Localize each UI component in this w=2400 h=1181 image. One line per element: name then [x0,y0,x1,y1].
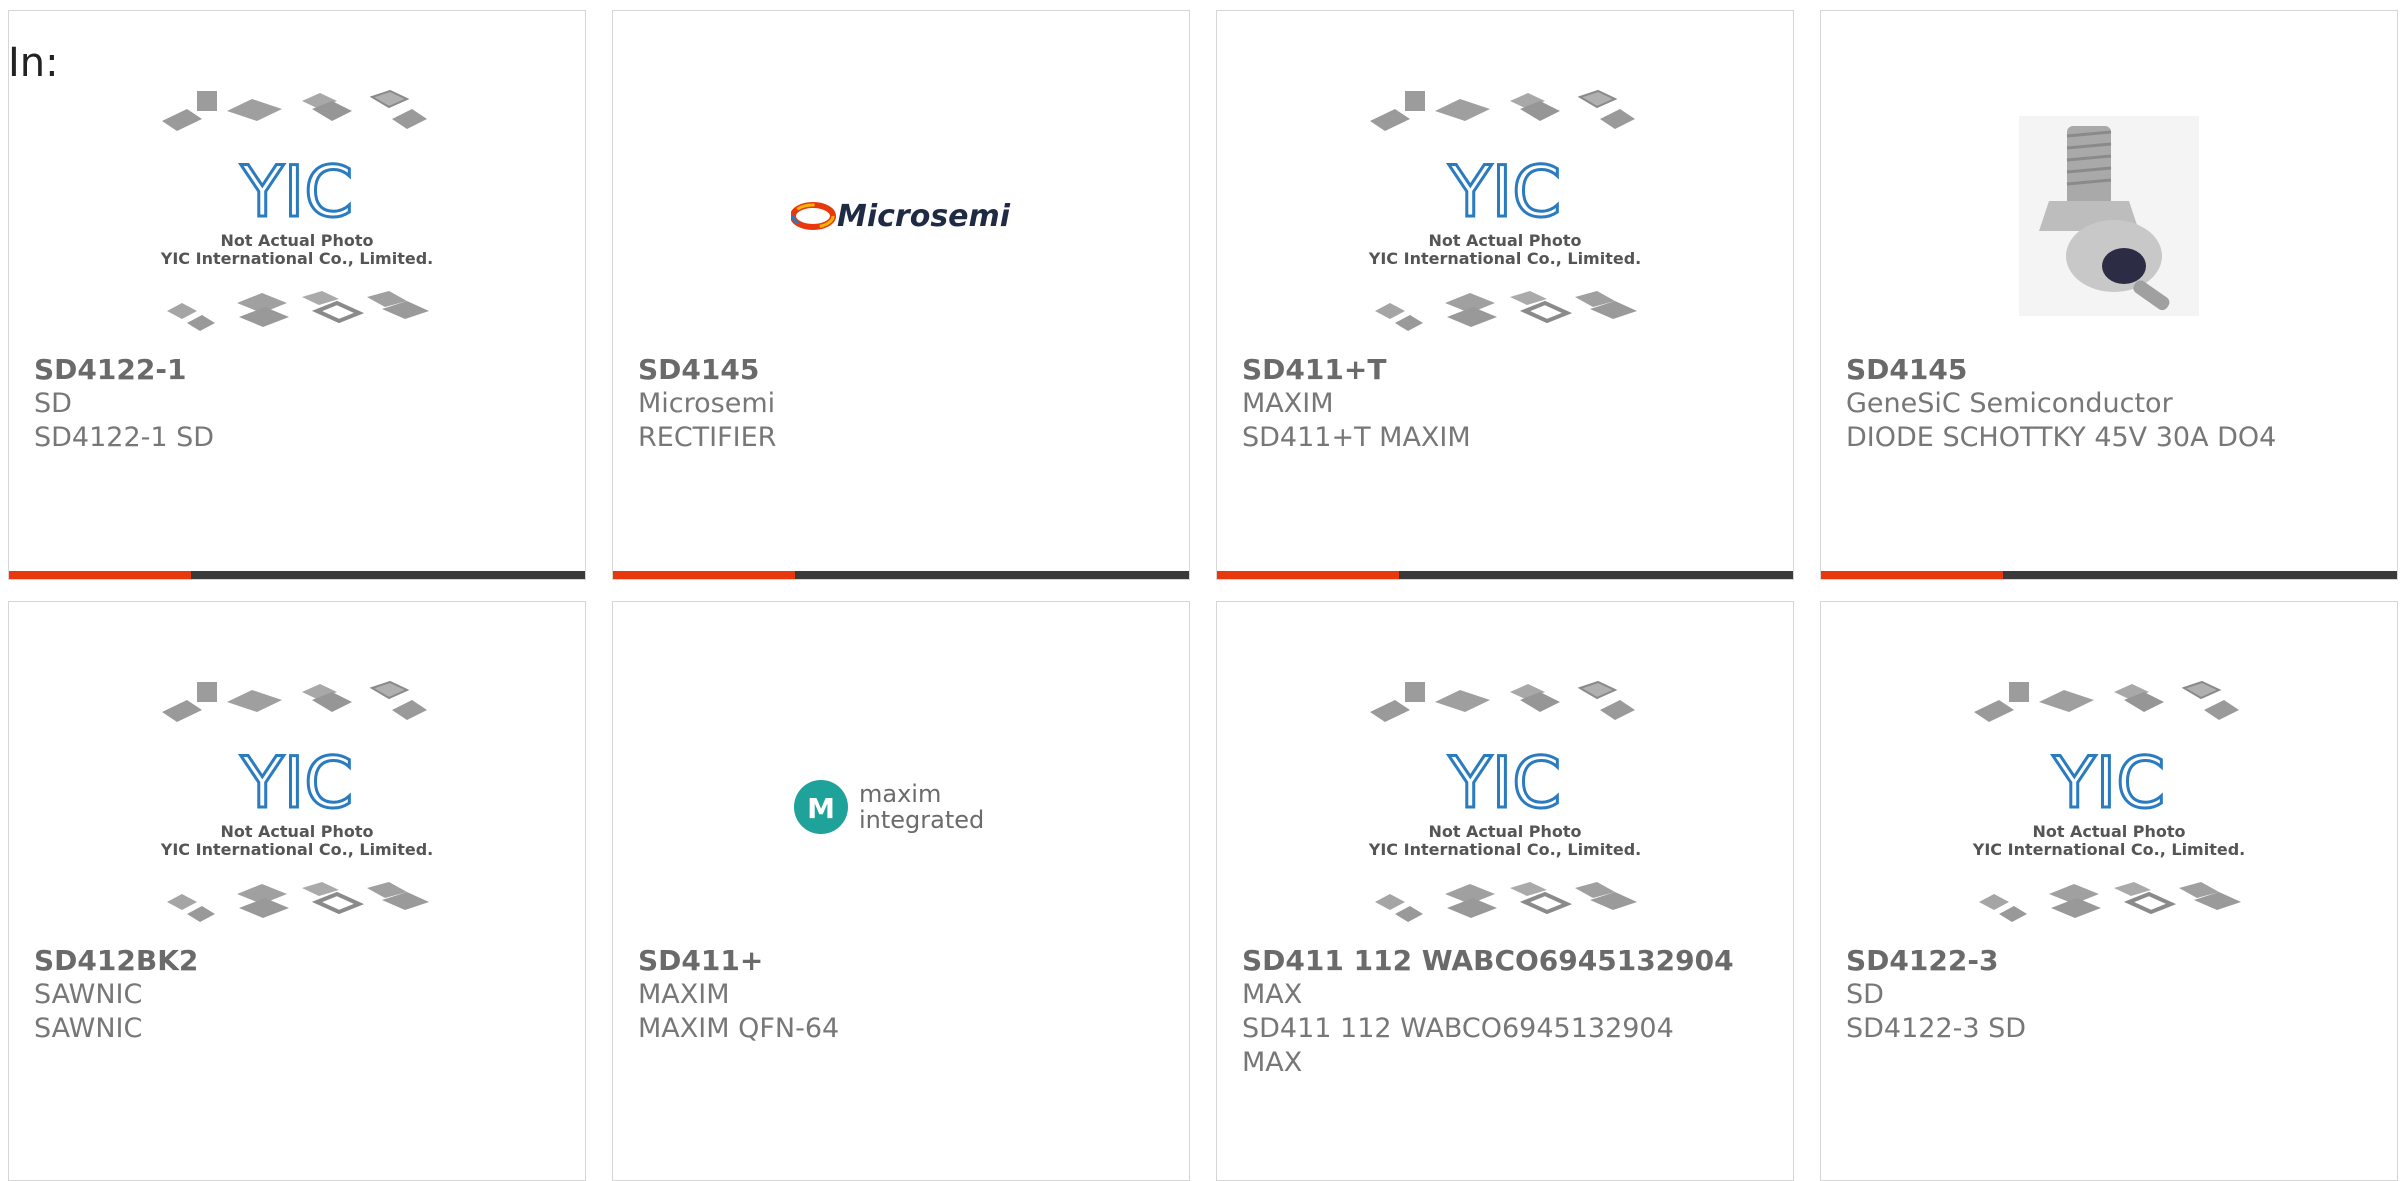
product-desc: SAWNIC [34,1013,143,1044]
product-card[interactable]: Microsemi SD4145 Microsemi RECTIFIER [612,10,1190,580]
svg-text:YIC International Co., Limited: YIC International Co., Limited. [160,249,433,268]
placeholder-image: YIC Not Actual Photo YIC International C… [1217,71,1793,361]
microsemi-logo: Microsemi [613,71,1189,361]
svg-text:Microsemi: Microsemi [837,199,1011,234]
yic-logo: YIC [240,742,353,824]
product-card[interactable]: YIC Not Actual Photo YIC International C… [1216,10,1794,580]
product-photo [1821,71,2397,361]
product-desc: MAXIM QFN-64 [638,1013,840,1044]
product-brand: SD [34,388,72,419]
yic-logo: YIC [1448,151,1561,233]
product-desc: SD4122-3 SD [1846,1013,2027,1044]
card-bar [9,571,585,579]
placeholder-image: YIC Not Actual Photo YIC International C… [1821,662,2397,952]
svg-text:Not Actual Photo: Not Actual Photo [220,231,373,250]
product-card[interactable]: YIC Not Actual Photo YIC International C… [8,10,586,580]
product-brand: MAXIM [638,979,730,1010]
yic-logo: YIC [2052,742,2165,824]
svg-text:YIC International Co., Limited: YIC International Co., Limited. [1368,840,1641,859]
product-desc: RECTIFIER [638,422,777,453]
svg-text:integrated: integrated [859,806,984,834]
card-bar [1217,571,1793,579]
product-card[interactable]: SD4145 GeneSiC Semiconductor DIODE SCHOT… [1820,10,2398,580]
svg-text:YIC International Co., Limited: YIC International Co., Limited. [1368,249,1641,268]
product-title[interactable]: SD411 112 WABCO6945132904 [1242,944,1783,978]
product-desc: SD411 112 WABCO6945132904 [1242,1013,1674,1044]
placeholder-image: YIC Not Actual Photo YIC International C… [9,71,585,361]
svg-text:Not Actual Photo: Not Actual Photo [1428,822,1581,841]
maxim-logo: M maxim integrated [613,662,1189,952]
product-card[interactable]: M maxim integrated SD411+ MAXIM MAXIM QF… [612,601,1190,1181]
product-brand: SD [1846,979,1884,1010]
card-bar [613,571,1189,579]
card-bar [1821,571,2397,579]
product-title[interactable]: SD4145 [638,353,1179,387]
product-title[interactable]: SD411+T [1242,353,1783,387]
placeholder-image: YIC Not Actual Photo YIC International C… [9,662,585,952]
product-card[interactable]: YIC Not Actual Photo YIC International C… [1820,601,2398,1181]
in-label: In: [8,40,59,86]
product-title[interactable]: SD411+ [638,944,1179,978]
product-title[interactable]: SD4122-3 [1846,944,2387,978]
product-brand: SAWNIC [34,979,143,1010]
product-desc: SD411+T MAXIM [1242,422,1471,453]
yic-logo: YIC [240,151,353,233]
svg-text:YIC International Co., Limited: YIC International Co., Limited. [160,840,433,859]
product-desc: DIODE SCHOTTKY 45V 30A DO4 [1846,422,2277,453]
svg-text:Not Actual Photo: Not Actual Photo [220,822,373,841]
product-card[interactable]: YIC Not Actual Photo YIC International C… [8,601,586,1181]
yic-logo: YIC [1448,742,1561,824]
product-desc: SD4122-1 SD [34,422,215,453]
product-brand: GeneSiC Semiconductor [1846,388,2173,419]
product-brand: Microsemi [638,388,776,419]
product-card[interactable]: YIC Not Actual Photo YIC International C… [1216,601,1794,1181]
svg-text:maxim: maxim [859,780,941,808]
product-brand: MAX [1242,979,1303,1010]
product-title[interactable]: SD412BK2 [34,944,575,978]
product-desc-2: MAX [1242,1047,1303,1078]
product-title[interactable]: SD4122-1 [34,353,575,387]
product-brand: MAXIM [1242,388,1334,419]
svg-text:Not Actual Photo: Not Actual Photo [2032,822,2185,841]
svg-text:M: M [807,792,835,825]
placeholder-image: YIC Not Actual Photo YIC International C… [1217,662,1793,952]
product-title[interactable]: SD4145 [1846,353,2387,387]
svg-text:YIC International Co., Limited: YIC International Co., Limited. [1972,840,2245,859]
svg-text:Not Actual Photo: Not Actual Photo [1428,231,1581,250]
